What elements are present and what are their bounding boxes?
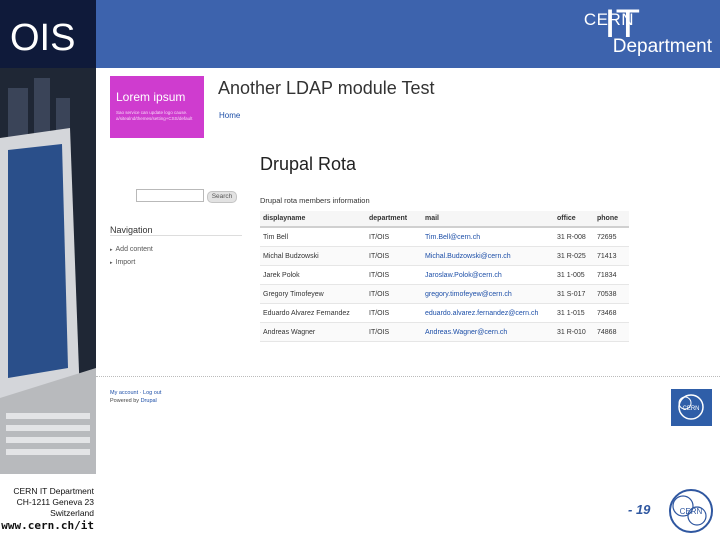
table-row: Gregory Timofeyew IT/OIS gregory.timofey… — [260, 284, 629, 304]
slide-title: OIS — [0, 0, 96, 68]
divider — [110, 235, 242, 236]
cell-displayname: Eduardo Alvarez Fernandez — [260, 303, 366, 323]
navigation-heading: Navigation — [110, 225, 153, 235]
breadcrumb-home-link[interactable]: Home — [219, 111, 240, 120]
corner-logo-text: CERN — [680, 507, 703, 516]
cell-mail-link[interactable]: Michal.Budzowski@cern.ch — [422, 246, 554, 266]
search-input[interactable] — [136, 189, 204, 202]
cell-phone: 71413 — [594, 246, 629, 266]
site-name[interactable]: Another LDAP module Test — [218, 78, 434, 99]
cell-phone: 71834 — [594, 265, 629, 285]
cell-department: IT/OIS — [366, 303, 422, 323]
table-row: Jarek Polok IT/OIS Jaroslaw.Polok@cern.c… — [260, 265, 629, 285]
banner-subtext: Sao service can update logo cause. a/sit… — [116, 110, 193, 121]
cell-phone: 72695 — [594, 227, 629, 247]
table-header-row: displayname department mail office phone — [260, 211, 629, 228]
website-link[interactable]: www.cern.ch/it — [1, 519, 94, 532]
cell-mail-link[interactable]: Jaroslaw.Polok@cern.ch — [422, 265, 554, 285]
cell-phone: 73468 — [594, 303, 629, 323]
page-number: - 19 — [628, 502, 651, 517]
site-logo-banner[interactable]: Lorem ipsum Sao service can update logo … — [110, 76, 204, 138]
cell-mail-link[interactable]: Tim.Bell@cern.ch — [422, 227, 554, 247]
cell-department: IT/OIS — [366, 246, 422, 266]
table-row: Michal Budzowski IT/OIS Michal.Budzowski… — [260, 246, 629, 266]
cell-phone: 74868 — [594, 322, 629, 342]
column-header[interactable]: phone — [594, 211, 629, 228]
cell-mail-link[interactable]: Andreas.Wagner@cern.ch — [422, 322, 554, 342]
address-line: CERN IT Department — [13, 486, 94, 496]
bullet-icon: ▸ — [110, 260, 113, 266]
nav-item-add-content[interactable]: ▸ Add content — [110, 246, 153, 253]
cell-phone: 70538 — [594, 284, 629, 304]
cern-logo-icon: CERN — [669, 489, 713, 533]
cell-office: 31 S-017 — [554, 284, 594, 304]
cell-office: 31 1-005 — [554, 265, 594, 285]
side-address-panel: CERN IT Department CH-1211 Geneva 23 Swi… — [0, 474, 96, 540]
cell-department: IT/OIS — [366, 265, 422, 285]
cell-department: IT/OIS — [366, 322, 422, 342]
address-line: Switzerland — [50, 508, 94, 518]
nav-item-import[interactable]: ▸ Import — [110, 259, 135, 266]
cell-department: IT/OIS — [366, 227, 422, 247]
cern-badge-logo: CERN — [671, 389, 712, 426]
cern-it-logo: CERN IT Department — [562, 2, 712, 64]
cell-department: IT/OIS — [366, 284, 422, 304]
footer-divider — [96, 376, 720, 377]
side-photo — [0, 68, 96, 474]
computer-photo-illustration — [0, 68, 96, 474]
logo-department: Department — [612, 36, 712, 57]
nav-item-label: Import — [115, 259, 136, 266]
cell-displayname: Gregory Timofeyew — [260, 284, 366, 304]
page-title: Drupal Rota — [260, 154, 357, 174]
cell-displayname: Tim Bell — [260, 227, 366, 247]
table-caption: Drupal rota members information — [260, 196, 370, 205]
cell-office: 31 R-025 — [554, 246, 594, 266]
cell-displayname: Andreas Wagner — [260, 322, 366, 342]
cern-corner-logo: CERN — [666, 486, 716, 541]
table-row: Tim Bell IT/OIS Tim.Bell@cern.ch 31 R-00… — [260, 227, 629, 247]
column-header[interactable]: department — [366, 211, 422, 228]
bullet-icon: ▸ — [110, 247, 113, 253]
column-header[interactable]: office — [554, 211, 594, 228]
nav-item-label: Add content — [115, 246, 153, 253]
column-header[interactable]: displayname — [260, 211, 366, 228]
cell-displayname: Michal Budzowski — [260, 246, 366, 266]
banner-title: Lorem ipsum — [116, 90, 186, 104]
cern-globe-icon: CERN — [678, 394, 704, 420]
cell-mail-link[interactable]: gregory.timofeyew@cern.ch — [422, 284, 554, 304]
address-line: CH-1211 Geneva 23 — [16, 497, 94, 507]
drupal-link[interactable]: Drupal — [141, 398, 157, 404]
powered-prefix: Powered by — [110, 398, 141, 404]
table-row: Eduardo Alvarez Fernandez IT/OIS eduardo… — [260, 303, 629, 323]
cell-office: 31 R-010 — [554, 322, 594, 342]
powered-by: Powered by Drupal — [110, 398, 157, 404]
column-header[interactable]: mail — [422, 211, 554, 228]
rota-table: displayname department mail office phone… — [260, 211, 629, 342]
cell-displayname: Jarek Polok — [260, 265, 366, 285]
cell-office: 31 1-015 — [554, 303, 594, 323]
search-button[interactable]: Search — [207, 191, 237, 203]
footer-account-links[interactable]: My account · Log out — [110, 390, 161, 396]
badge-text: CERN — [682, 406, 699, 412]
table-row: Andreas Wagner IT/OIS Andreas.Wagner@cer… — [260, 322, 629, 342]
cell-mail-link[interactable]: eduardo.alvarez.fernandez@cern.ch — [422, 303, 554, 323]
cell-office: 31 R-008 — [554, 227, 594, 247]
